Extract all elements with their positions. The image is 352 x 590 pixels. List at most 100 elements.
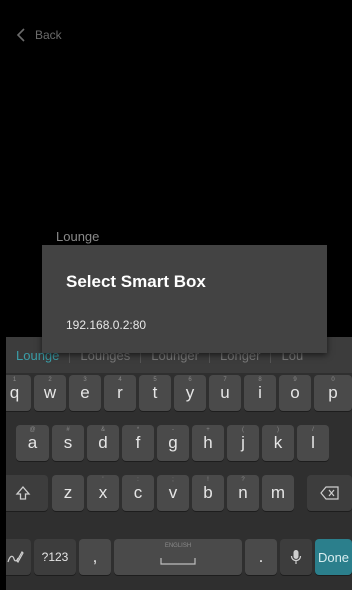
- key-label: ,: [92, 547, 98, 566]
- shift-key[interactable]: [6, 475, 48, 511]
- key-label: f: [135, 433, 141, 452]
- key-label: r: [117, 383, 123, 402]
- key-label: c: [133, 483, 143, 502]
- key-hint: 7: [223, 377, 227, 383]
- key-label: a: [27, 433, 38, 452]
- key-label: e: [80, 383, 90, 402]
- key-l[interactable]: / l: [297, 425, 329, 461]
- key-v[interactable]: ; v: [157, 475, 189, 511]
- smart-box-option[interactable]: 192.168.0.2:80: [66, 318, 146, 332]
- key-hint: 1: [12, 377, 17, 383]
- name-field-value[interactable]: Lounge: [56, 229, 99, 244]
- key-row-3: z ' x :c ; v ! b ? n m: [6, 475, 352, 511]
- space-key[interactable]: ENGLISH: [114, 539, 242, 575]
- key-m[interactable]: m: [262, 475, 294, 511]
- key-label: x: [98, 483, 108, 502]
- space-bar-icon: [160, 558, 196, 565]
- key-hint: @: [29, 427, 36, 433]
- key-i[interactable]: 8i: [244, 375, 276, 411]
- key-label: u: [220, 383, 230, 402]
- done-key[interactable]: Done: [315, 539, 352, 575]
- key-row-1: 1q 2w 3e 4r 5t 6y 7u 8i 9o 0p: [6, 375, 352, 411]
- key-label: i: [258, 383, 262, 402]
- period-key[interactable]: .: [245, 539, 277, 575]
- key-hint: ;: [172, 477, 174, 483]
- handwriting-icon: [6, 551, 24, 563]
- key-hint: (: [242, 427, 244, 433]
- on-screen-keyboard: Lounge Lounges Lounger Longer Lou 1q 2w …: [6, 337, 352, 590]
- key-x[interactable]: ' x: [87, 475, 119, 511]
- key-u[interactable]: 7u: [209, 375, 241, 411]
- key-hint: 5: [153, 377, 157, 383]
- shift-icon: [15, 486, 31, 500]
- handwriting-key[interactable]: [6, 539, 31, 575]
- key-label: q: [9, 383, 20, 402]
- key-e[interactable]: 3e: [69, 375, 101, 411]
- key-r[interactable]: 4r: [104, 375, 136, 411]
- key-w[interactable]: 2w: [34, 375, 66, 411]
- key-hint: +: [206, 427, 210, 433]
- key-s[interactable]: # s: [52, 425, 84, 461]
- key-hint: ENGLISH: [164, 543, 192, 549]
- key-z[interactable]: z: [52, 475, 84, 511]
- key-label: g: [168, 433, 178, 452]
- key-hint: *: [136, 427, 140, 433]
- key-d[interactable]: & d: [87, 425, 119, 461]
- key-label: b: [203, 483, 213, 502]
- microphone-icon: [290, 550, 302, 564]
- backspace-key[interactable]: [307, 475, 352, 511]
- key-o[interactable]: 9o: [279, 375, 311, 411]
- key-hint: ?: [241, 477, 245, 483]
- key-label: v: [168, 483, 178, 502]
- key-j[interactable]: (j: [227, 425, 259, 461]
- back-label: Back: [35, 28, 62, 42]
- key-label: j: [241, 433, 245, 452]
- key-hint: ): [277, 427, 279, 433]
- chevron-left-icon: [16, 28, 25, 42]
- key-hint: #: [66, 427, 70, 433]
- voice-input-key[interactable]: [280, 539, 312, 575]
- key-a[interactable]: @ a: [16, 425, 49, 461]
- key-p[interactable]: 0p: [314, 375, 352, 411]
- key-row-4: ?123 , ENGLISH . Done: [6, 539, 352, 575]
- key-label: y: [185, 383, 195, 402]
- key-label: o: [290, 383, 300, 402]
- key-label: .: [258, 547, 264, 566]
- key-label: z: [63, 483, 73, 502]
- key-k[interactable]: ) k: [262, 425, 294, 461]
- key-hint: -: [172, 427, 174, 433]
- key-label: l: [311, 433, 315, 452]
- key-hint: :: [137, 477, 139, 483]
- key-hint: 6: [188, 377, 192, 383]
- key-c[interactable]: :c: [122, 475, 154, 511]
- back-button[interactable]: Back: [16, 28, 62, 42]
- key-label: s: [63, 433, 73, 452]
- key-hint: 2: [48, 377, 52, 383]
- key-hint: 3: [83, 377, 87, 383]
- key-t[interactable]: 5t: [139, 375, 171, 411]
- key-y[interactable]: 6y: [174, 375, 206, 411]
- key-label: n: [238, 483, 248, 502]
- key-n[interactable]: ? n: [227, 475, 259, 511]
- key-label: m: [270, 483, 286, 502]
- key-hint: /: [312, 427, 314, 433]
- key-label: t: [152, 383, 158, 402]
- key-hint: 0: [331, 377, 335, 383]
- comma-key[interactable]: ,: [79, 539, 111, 575]
- key-hint: 9: [293, 377, 297, 383]
- key-q[interactable]: 1q: [6, 375, 31, 411]
- key-row-2: @ a # s & d * f -g + h (j ) k / l: [6, 425, 352, 461]
- symbols-key[interactable]: ?123: [34, 539, 76, 575]
- key-f[interactable]: * f: [122, 425, 154, 461]
- key-label: p: [328, 383, 338, 402]
- dialog-title: Select Smart Box: [66, 272, 206, 291]
- select-smart-box-dialog: Select Smart Box 192.168.0.2:80: [42, 245, 327, 353]
- key-g[interactable]: -g: [157, 425, 189, 461]
- app-screen: Back Lounge Select Smart Box 192.168.0.2…: [6, 0, 352, 590]
- key-label: w: [43, 383, 57, 402]
- key-b[interactable]: ! b: [192, 475, 224, 511]
- key-h[interactable]: + h: [192, 425, 224, 461]
- key-label: d: [98, 433, 108, 452]
- key-hint: !: [207, 477, 209, 483]
- key-hint: ': [102, 477, 104, 483]
